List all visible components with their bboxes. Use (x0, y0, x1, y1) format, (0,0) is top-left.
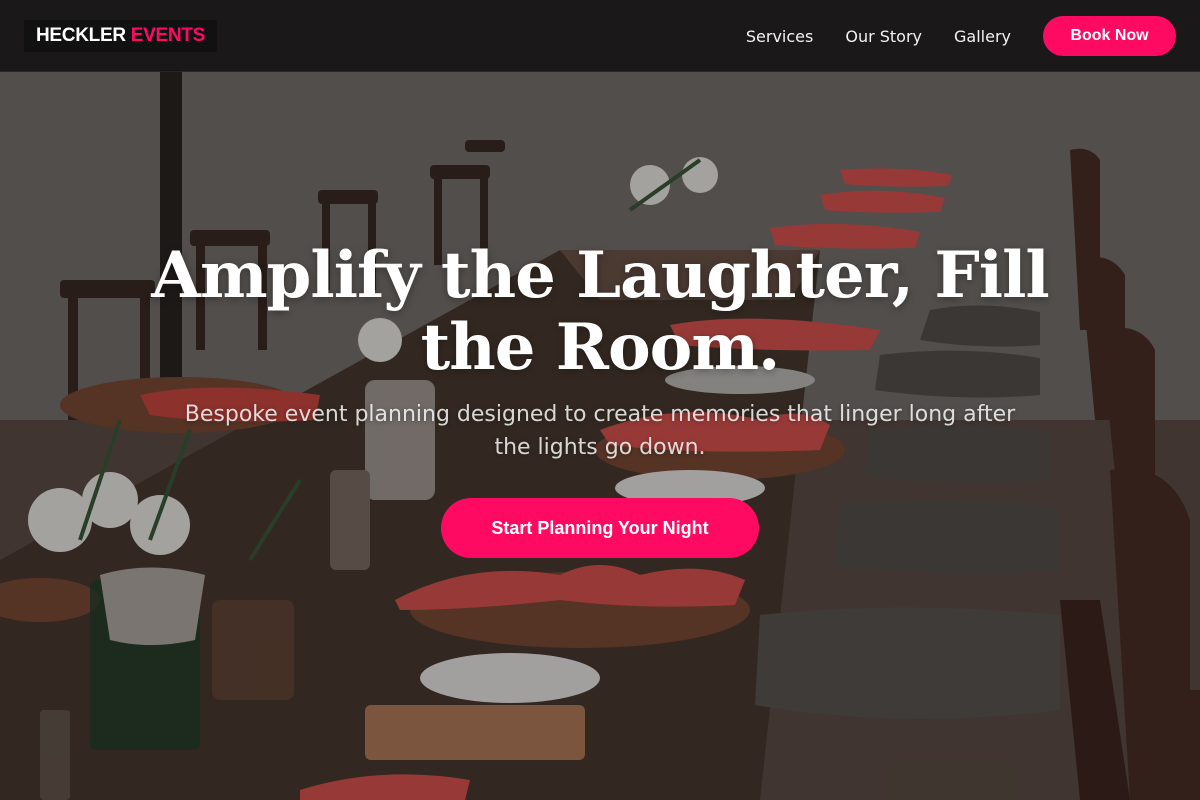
hero-section: Amplify the Laughter, Fill the Room. Bes… (0, 240, 1200, 464)
hero-subtitle: Bespoke event planning designed to creat… (184, 402, 1016, 460)
nav-links: Services Our Story Gallery (746, 0, 1011, 72)
brand-logo-part2: EVENTS (130, 25, 206, 46)
nav-link-our-story[interactable]: Our Story (845, 27, 922, 46)
brand-logo-part1: HECKLER (36, 25, 126, 46)
nav-link-gallery[interactable]: Gallery (954, 27, 1011, 46)
hero-title: Amplify the Laughter, Fill the Room. (151, 238, 1049, 385)
book-now-button[interactable]: Book Now (1043, 16, 1176, 56)
brand-logo[interactable]: HECKLER EVENTS (24, 20, 217, 52)
start-planning-button[interactable]: Start Planning Your Night (441, 498, 759, 558)
top-navigation-bar: HECKLER EVENTS Services Our Story Galler… (0, 0, 1200, 72)
nav-link-services[interactable]: Services (746, 27, 813, 46)
